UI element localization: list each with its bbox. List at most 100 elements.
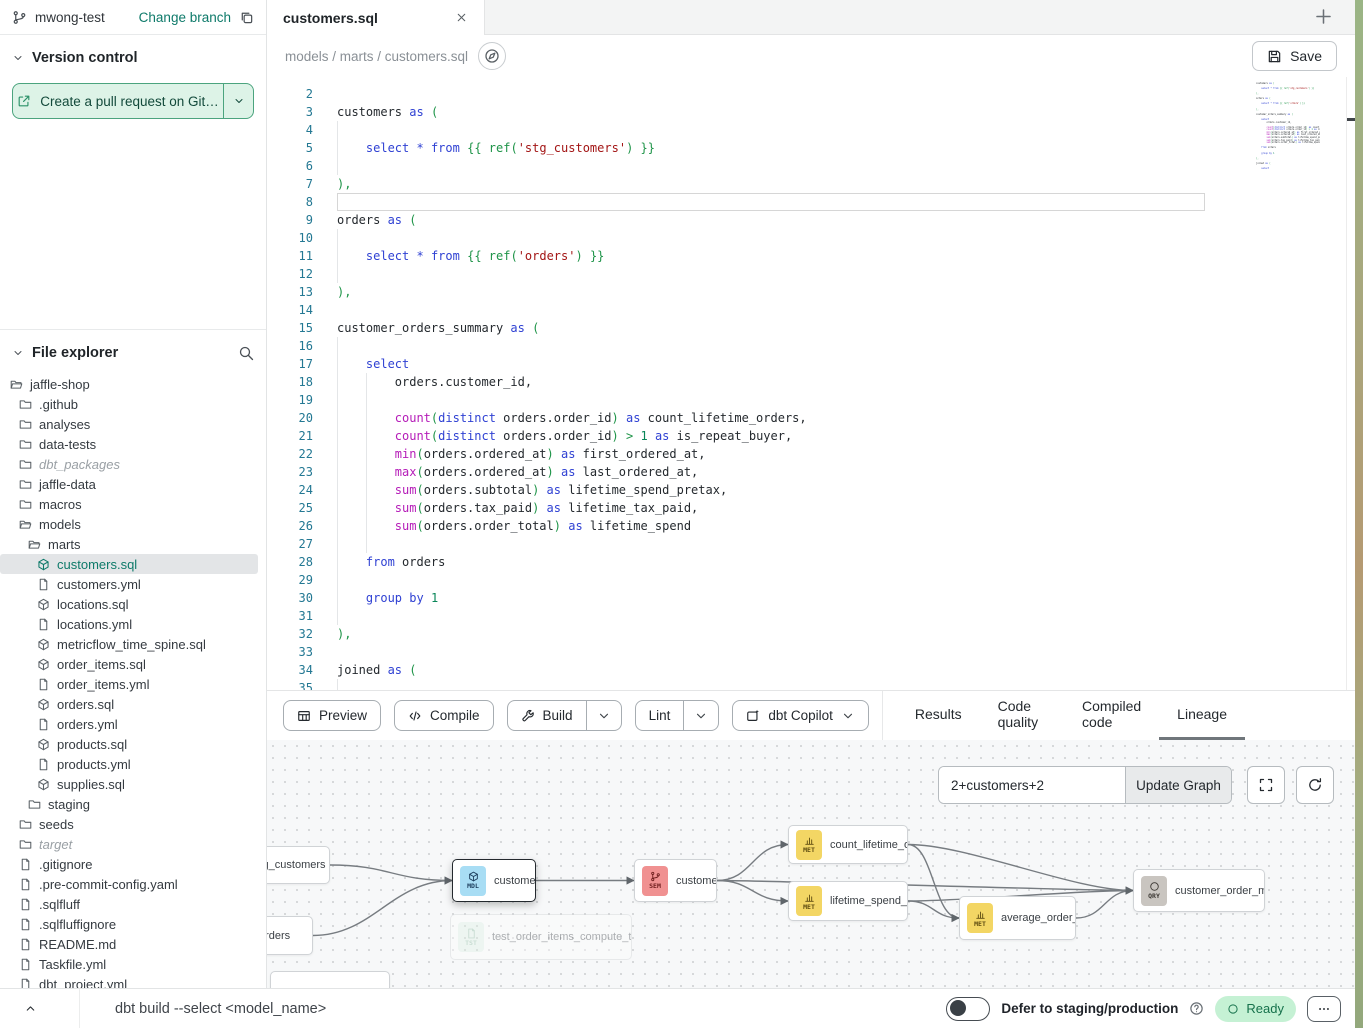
- file-label: customers.yml: [57, 577, 141, 592]
- line-number: 23: [281, 463, 313, 481]
- lineage-node-customers_mdl[interactable]: MDLcustomers: [452, 859, 536, 902]
- tab-bar-empty: [485, 0, 1355, 35]
- search-icon[interactable]: [238, 345, 254, 361]
- lineage-node-test_node[interactable]: TSTtest_order_items_compute_to_bools...: [450, 914, 632, 960]
- file-item-.gitignore[interactable]: .gitignore: [0, 854, 258, 874]
- node-badge-met: MET: [967, 903, 993, 933]
- file-item-macros[interactable]: macros: [0, 494, 258, 514]
- lineage-node-stg_customers[interactable]: MDLstg_customers: [267, 846, 330, 884]
- file-item-.sqlfluff[interactable]: .sqlfluff: [0, 894, 258, 914]
- file-item-.github[interactable]: .github: [0, 394, 258, 414]
- lineage-node-average_order_value[interactable]: METaverage_order_value: [959, 896, 1076, 940]
- defer-toggle[interactable]: [946, 997, 990, 1021]
- lineage-node-count_lifetime_orders[interactable]: METcount_lifetime_orders: [788, 825, 908, 864]
- panel-tab-code-quality[interactable]: Code quality: [980, 691, 1064, 740]
- lint-button[interactable]: Lint: [635, 700, 685, 731]
- save-button[interactable]: Save: [1252, 41, 1337, 71]
- build-button[interactable]: Build: [507, 700, 587, 731]
- chevron-down-icon[interactable]: [12, 347, 24, 359]
- file-item-locations.sql[interactable]: locations.sql: [0, 594, 258, 614]
- file-item-analyses[interactable]: analyses: [0, 414, 258, 434]
- line-number: 5: [281, 139, 313, 157]
- branch-name: mwong-test: [35, 10, 105, 25]
- close-icon[interactable]: [455, 11, 468, 24]
- line-number: 8: [281, 193, 313, 211]
- tab-customers-sql[interactable]: customers.sql: [267, 0, 485, 35]
- line-number: 15: [281, 319, 313, 337]
- lineage-selector-input[interactable]: [939, 767, 1125, 803]
- model-icon: [37, 638, 50, 651]
- create-pull-request-button[interactable]: Create a pull request on Git…: [12, 83, 254, 119]
- line-number: 12: [281, 265, 313, 283]
- file-item-jaffle-data[interactable]: jaffle-data: [0, 474, 258, 494]
- new-tab-button[interactable]: [1314, 7, 1333, 26]
- file-item-dbt_project.yml[interactable]: dbt_project.yml: [0, 974, 258, 988]
- refresh-button[interactable]: [1296, 766, 1334, 804]
- file-label: target: [39, 837, 72, 852]
- file-item-marts[interactable]: marts: [0, 534, 258, 554]
- build-dropdown-button[interactable]: [587, 700, 622, 731]
- file-item-products.sql[interactable]: products.sql: [0, 734, 258, 754]
- file-item-staging[interactable]: staging: [0, 794, 258, 814]
- code-editor[interactable]: 23customers as (45select * from {{ ref('…: [267, 77, 1355, 690]
- dbt-copilot-button[interactable]: dbt Copilot: [732, 700, 869, 731]
- node-badge-met: MET: [796, 830, 822, 860]
- help-icon[interactable]: [1189, 1001, 1204, 1016]
- preview-button[interactable]: Preview: [283, 700, 381, 731]
- node-label: test_order_items_compute_to_bools...: [492, 931, 631, 943]
- lineage-node-cut_node[interactable]: [270, 971, 390, 988]
- file-item-data-tests[interactable]: data-tests: [0, 434, 258, 454]
- fullscreen-button[interactable]: [1247, 766, 1285, 804]
- line-number: 14: [281, 301, 313, 319]
- panel-tab-lineage[interactable]: Lineage: [1159, 691, 1245, 740]
- file-item-target[interactable]: target: [0, 834, 258, 854]
- file-item-.sqlfluffignore[interactable]: .sqlfluffignore: [0, 914, 258, 934]
- file-label: data-tests: [39, 437, 96, 452]
- editor-scrollbar[interactable]: [1346, 77, 1355, 690]
- file-item-orders.sql[interactable]: orders.sql: [0, 694, 258, 714]
- lineage-node-customer_order_metrics[interactable]: QRYcustomer_order_metrics: [1133, 869, 1265, 912]
- chevron-down-icon[interactable]: [12, 52, 24, 64]
- action-bar: Preview Compile Build Lint: [267, 690, 1355, 740]
- file-item-order_items.yml[interactable]: order_items.yml: [0, 674, 258, 694]
- folder-open-icon: [28, 538, 41, 551]
- update-graph-button[interactable]: Update Graph: [1125, 767, 1231, 803]
- lineage-node-lifetime_spend_pretax[interactable]: METlifetime_spend_pretax: [788, 881, 908, 921]
- compile-button[interactable]: Compile: [394, 700, 494, 731]
- file-item-dbt_packages[interactable]: dbt_packages: [0, 454, 258, 474]
- file-item-order_items.sql[interactable]: order_items.sql: [0, 654, 258, 674]
- file-item-Taskfile.yml[interactable]: Taskfile.yml: [0, 954, 258, 974]
- doc-icon: [37, 718, 50, 731]
- lineage-node-orders[interactable]: MDLorders: [267, 916, 313, 955]
- compass-button[interactable]: [478, 42, 506, 70]
- doc-icon: [37, 618, 50, 631]
- file-item-seeds[interactable]: seeds: [0, 814, 258, 834]
- lint-dropdown-button[interactable]: [684, 700, 719, 731]
- file-item-.pre-commit-config.yaml[interactable]: .pre-commit-config.yaml: [0, 874, 258, 894]
- file-item-supplies.sql[interactable]: supplies.sql: [0, 774, 258, 794]
- file-item-products.yml[interactable]: products.yml: [0, 754, 258, 774]
- file-item-README.md[interactable]: README.md: [0, 934, 258, 954]
- tab-title: customers.sql: [283, 10, 378, 26]
- scrollbar-thumb[interactable]: [1347, 118, 1355, 121]
- file-item-customers.sql[interactable]: customers.sql: [0, 554, 258, 574]
- copy-icon[interactable]: [239, 10, 254, 25]
- file-item-metricflow_time_spine.sql[interactable]: metricflow_time_spine.sql: [0, 634, 258, 654]
- panel-tab-results[interactable]: Results: [897, 691, 980, 740]
- line-number: 25: [281, 499, 313, 517]
- panel-tab-compiled-code[interactable]: Compiled code: [1064, 691, 1159, 740]
- lineage-node-customers_sem[interactable]: SEMcustomers: [634, 859, 717, 902]
- line-number: 19: [281, 391, 313, 409]
- file-item-locations.yml[interactable]: locations.yml: [0, 614, 258, 634]
- file-label: Taskfile.yml: [39, 957, 106, 972]
- collapse-panel-button[interactable]: [0, 989, 80, 1028]
- more-options-button[interactable]: [1307, 996, 1341, 1022]
- file-item-customers.yml[interactable]: customers.yml: [0, 574, 258, 594]
- lineage-panel[interactable]: Update Graph MDLstg_customers MDLorders MD…: [267, 740, 1355, 988]
- file-item-jaffle-shop[interactable]: jaffle-shop: [0, 374, 258, 394]
- command-input[interactable]: [115, 1001, 946, 1017]
- file-item-models[interactable]: models: [0, 514, 258, 534]
- file-item-orders.yml[interactable]: orders.yml: [0, 714, 258, 734]
- pr-dropdown-chevron[interactable]: [223, 84, 253, 118]
- change-branch-link[interactable]: Change branch: [139, 10, 231, 25]
